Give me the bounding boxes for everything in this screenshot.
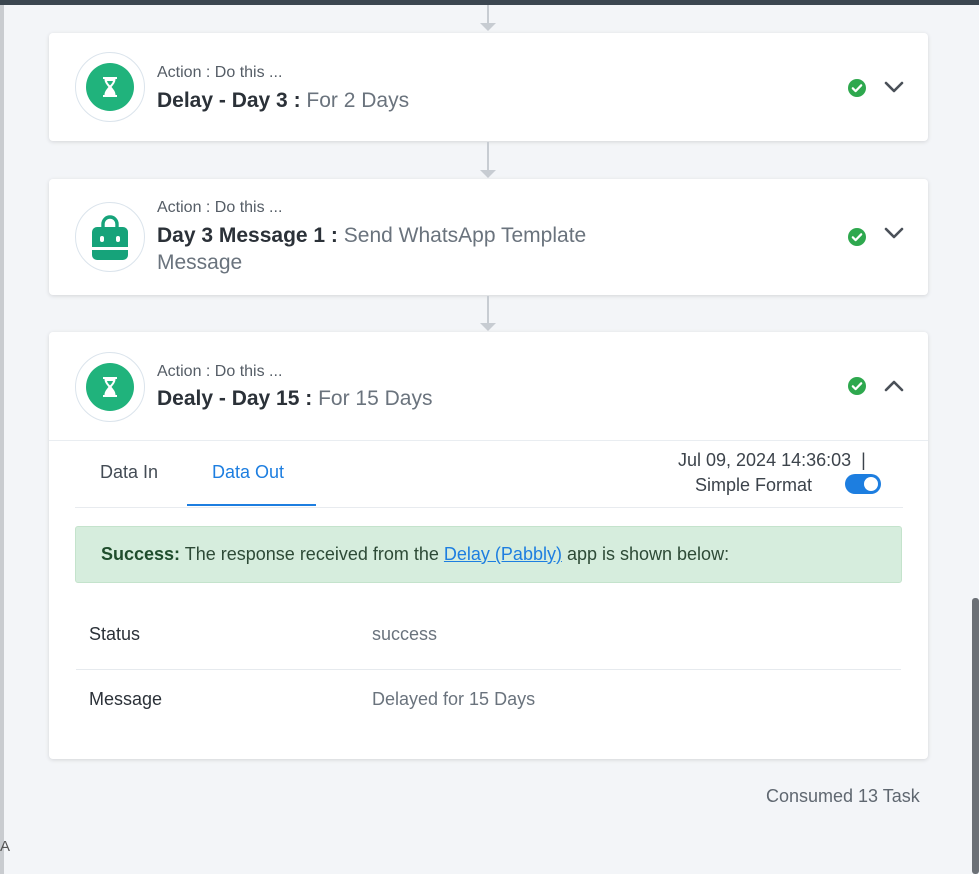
- active-tab-indicator: [187, 504, 316, 506]
- tabs-divider: [75, 507, 903, 508]
- chevron-down-icon[interactable]: [884, 226, 904, 240]
- shopping-bag-icon: [92, 215, 128, 260]
- simple-format-label: Simple Format: [695, 475, 813, 495]
- step-card-dealy-day-15[interactable]: Action : Do this ... Dealy - Day 15 : Fo…: [49, 332, 928, 759]
- step-action-label: Action : Do this ...: [157, 199, 283, 216]
- step-card-delay-day-3[interactable]: Action : Do this ... Delay - Day 3 : For…: [49, 33, 928, 141]
- connector-line: [487, 296, 489, 323]
- step-app-icon: [75, 352, 145, 422]
- step-title: Delay - Day 3 : For 2 Days: [157, 87, 409, 114]
- hourglass-icon: [103, 377, 117, 397]
- success-check-icon: [848, 377, 866, 395]
- scrollbar-thumb[interactable]: [972, 598, 979, 874]
- success-check-icon: [848, 79, 866, 97]
- step-title: Day 3 Message 1 : Send WhatsApp Template…: [157, 222, 657, 276]
- response-row-value: Delayed for 15 Days: [372, 689, 536, 709]
- alert-text-before: The response received from the: [184, 544, 439, 564]
- success-alert: Success: The response received from the …: [75, 526, 902, 583]
- step-title-name: Dealy - Day 15 :: [157, 387, 313, 410]
- simple-format-toggle[interactable]: [845, 474, 881, 494]
- card-divider: [49, 440, 928, 441]
- row-divider: [76, 669, 901, 670]
- left-panel-glyph: A: [0, 838, 11, 855]
- tab-data-in[interactable]: Data In: [100, 462, 158, 483]
- success-check-icon: [848, 228, 866, 246]
- step-card-day-3-message-1[interactable]: Action : Do this ... Day 3 Message 1 : S…: [49, 179, 928, 295]
- alert-text-after: app is shown below:: [566, 544, 730, 564]
- left-panel-edge: [0, 5, 4, 874]
- timestamp-separator: |: [861, 450, 866, 470]
- step-title-subtitle: For 2 Days: [306, 89, 410, 112]
- step-title-name: Delay - Day 3 :: [157, 89, 301, 112]
- connector-arrow-icon: [480, 170, 496, 178]
- toggle-knob: [864, 477, 878, 491]
- hourglass-icon: [103, 77, 117, 97]
- tab-data-out[interactable]: Data Out: [212, 462, 284, 483]
- connector-line: [487, 142, 489, 170]
- response-row-label: Status: [89, 624, 141, 644]
- chevron-down-icon[interactable]: [884, 80, 904, 94]
- connector-line: [487, 5, 489, 23]
- step-action-label: Action : Do this ...: [157, 363, 283, 380]
- top-bar: [0, 0, 979, 5]
- step-title: Dealy - Day 15 : For 15 Days: [157, 385, 432, 412]
- connector-arrow-icon: [480, 23, 496, 31]
- step-action-label: Action : Do this ...: [157, 64, 283, 81]
- response-row-label: Message: [89, 689, 163, 709]
- timestamp-text: Jul 09, 2024 14:36:03: [678, 450, 852, 470]
- step-title-name: Day 3 Message 1 :: [157, 224, 338, 247]
- step-app-icon: [75, 52, 145, 122]
- alert-title: Success:: [101, 544, 181, 564]
- step-app-icon: [75, 202, 145, 272]
- chevron-up-icon[interactable]: [884, 379, 904, 393]
- app-link[interactable]: Delay (Pabbly): [444, 544, 562, 564]
- response-row-value: success: [372, 624, 438, 644]
- connector-arrow-icon: [480, 323, 496, 331]
- execution-timestamp: Jul 09, 2024 14:36:03 |: [678, 450, 866, 471]
- step-title-subtitle: For 15 Days: [318, 387, 433, 410]
- consumed-tasks-text: Consumed 13 Task: [766, 786, 920, 806]
